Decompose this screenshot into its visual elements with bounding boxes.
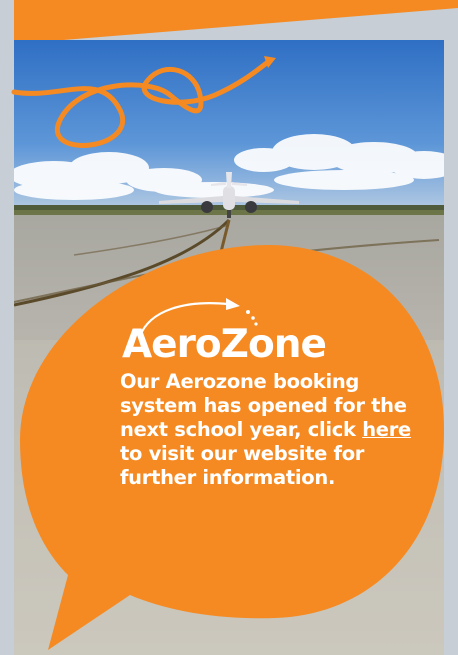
aerozone-promo-banner: AeroZone Our Aerozone booking system has… [0,0,458,655]
here-link[interactable]: here [362,418,411,441]
message-text-after: to visit our website for further informa… [120,442,365,489]
aerozone-logo: AeroZone [120,280,370,370]
booking-message: Our Aerozone booking system has opened f… [120,370,420,490]
logo-wordmark: AeroZone [122,322,327,367]
